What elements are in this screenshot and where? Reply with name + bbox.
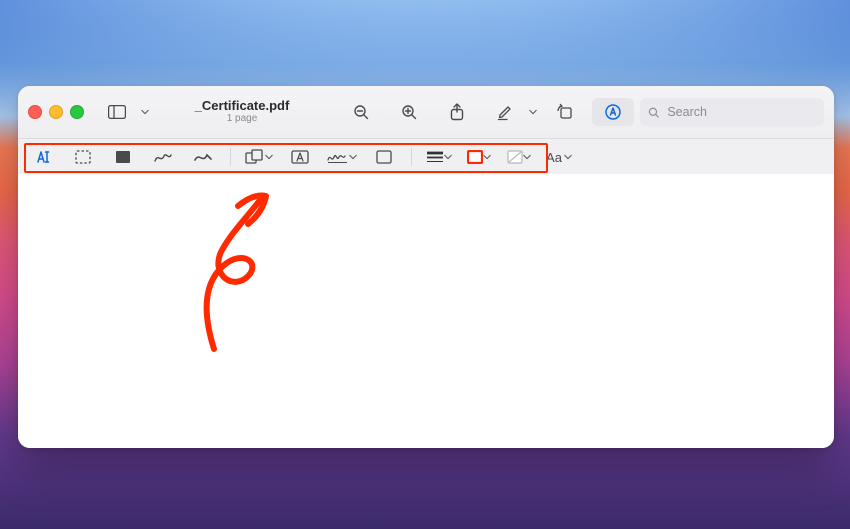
textbox-tool[interactable] bbox=[283, 145, 317, 169]
markup-icon bbox=[604, 103, 622, 121]
sidebar-icon bbox=[108, 105, 126, 119]
draw-tool[interactable] bbox=[186, 145, 220, 169]
markup-toolbar: Aa bbox=[18, 139, 834, 176]
text-select-tool[interactable] bbox=[26, 145, 60, 169]
highlight-pen-icon bbox=[497, 103, 513, 121]
fill-color-icon bbox=[507, 150, 523, 164]
zoom-window-button[interactable] bbox=[70, 105, 84, 119]
chevron-down-icon bbox=[444, 153, 452, 161]
border-color-icon bbox=[467, 150, 483, 164]
markup-toggle-button[interactable] bbox=[592, 98, 634, 126]
stroke-style-picker[interactable] bbox=[422, 145, 456, 169]
sign-icon bbox=[327, 150, 349, 164]
share-icon bbox=[449, 103, 465, 121]
window-controls bbox=[28, 105, 84, 119]
rect-select-tool[interactable] bbox=[66, 145, 100, 169]
minimize-window-button[interactable] bbox=[49, 105, 63, 119]
border-color-picker[interactable] bbox=[462, 145, 496, 169]
zoom-out-button[interactable] bbox=[340, 98, 382, 126]
separator bbox=[411, 148, 412, 166]
shapes-tool[interactable] bbox=[241, 145, 277, 169]
note-icon bbox=[376, 150, 392, 164]
fill-color-picker[interactable] bbox=[502, 145, 536, 169]
title-area: _Certificate.pdf 1 page bbox=[162, 99, 322, 125]
rect-select-icon bbox=[75, 150, 91, 164]
search-input[interactable] bbox=[665, 104, 816, 120]
text-style-label: Aa bbox=[546, 150, 564, 165]
document-title: _Certificate.pdf bbox=[195, 99, 290, 113]
textbox-icon bbox=[291, 150, 309, 164]
zoom-out-icon bbox=[353, 104, 369, 120]
chevron-down-icon bbox=[265, 153, 273, 161]
close-window-button[interactable] bbox=[28, 105, 42, 119]
note-tool[interactable] bbox=[367, 145, 401, 169]
highlight-menu-chevron[interactable] bbox=[528, 108, 538, 116]
share-button[interactable] bbox=[436, 98, 478, 126]
sign-tool[interactable] bbox=[323, 145, 361, 169]
document-canvas[interactable] bbox=[18, 174, 834, 448]
annotation-curl-arrow-icon bbox=[168, 174, 308, 354]
document-subtitle: 1 page bbox=[227, 113, 258, 125]
draw-icon bbox=[194, 150, 212, 164]
search-icon bbox=[648, 106, 659, 119]
search-field[interactable] bbox=[640, 98, 824, 126]
chevron-down-icon bbox=[483, 153, 491, 161]
chevron-down-icon bbox=[564, 153, 572, 161]
zoom-in-button[interactable] bbox=[388, 98, 430, 126]
rotate-button[interactable] bbox=[544, 98, 586, 126]
app-window: _Certificate.pdf 1 page bbox=[18, 86, 834, 448]
sidebar-toggle-button[interactable] bbox=[96, 98, 138, 126]
sketch-tool[interactable] bbox=[146, 145, 180, 169]
separator bbox=[230, 148, 231, 166]
sketch-icon bbox=[154, 150, 172, 164]
highlight-button[interactable] bbox=[484, 98, 526, 126]
text-style-picker[interactable]: Aa bbox=[542, 145, 576, 169]
zoom-in-icon bbox=[401, 104, 417, 120]
titlebar: _Certificate.pdf 1 page bbox=[18, 86, 834, 139]
shapes-icon bbox=[245, 149, 265, 165]
sidebar-menu-chevron[interactable] bbox=[140, 108, 150, 116]
redact-tool[interactable] bbox=[106, 145, 140, 169]
chevron-down-icon bbox=[349, 153, 357, 161]
stroke-style-icon bbox=[426, 151, 444, 163]
text-tool-icon bbox=[34, 149, 52, 165]
redact-icon bbox=[115, 150, 131, 164]
rotate-icon bbox=[556, 103, 574, 121]
chevron-down-icon bbox=[523, 153, 531, 161]
